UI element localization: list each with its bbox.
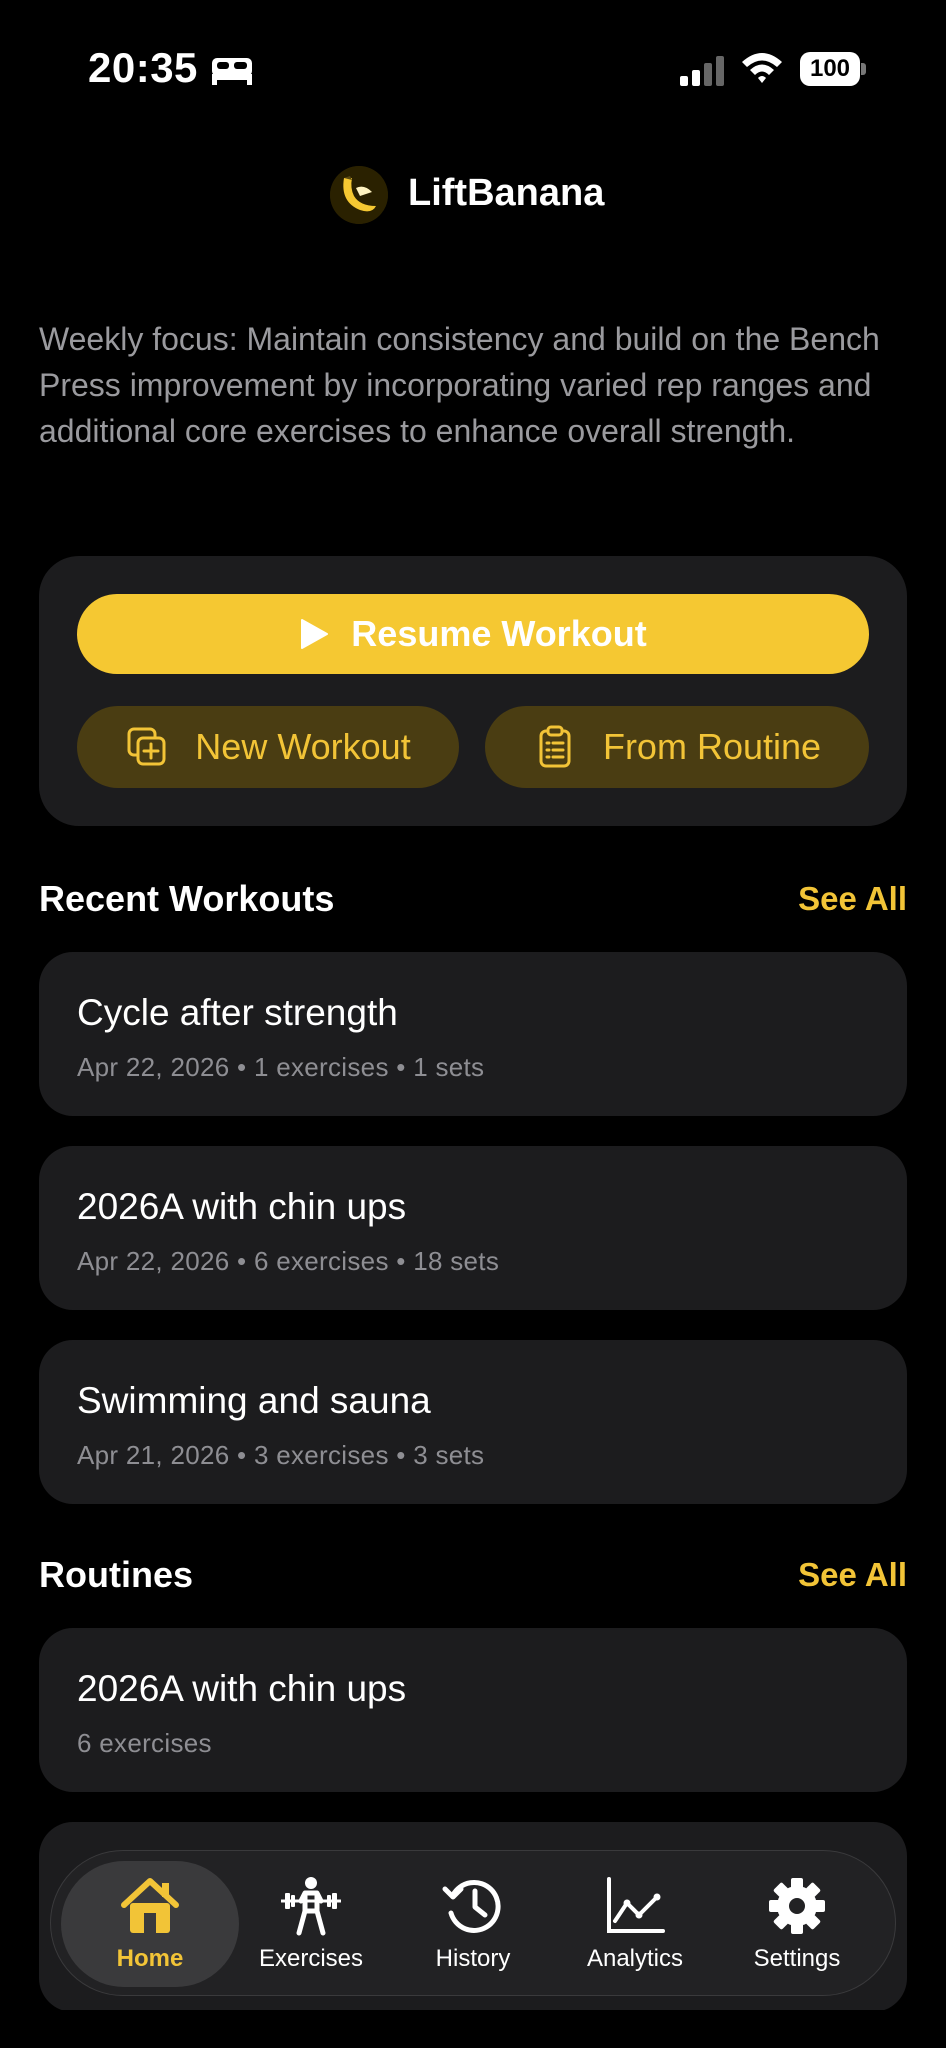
status-bar: 20:35 100 [0, 0, 946, 130]
tab-settings[interactable]: Settings [715, 1861, 879, 1987]
tab-history-label: History [435, 1945, 511, 1972]
workout-card[interactable]: 2026A with chin ups Apr 22, 2026 • 6 exe… [39, 1146, 907, 1310]
app-header: LiftBanana [0, 160, 946, 230]
tab-home-label: Home [116, 1945, 184, 1972]
workout-meta: Apr 21, 2026 • 3 exercises • 3 sets [77, 1440, 485, 1470]
tab-home[interactable]: Home [61, 1861, 239, 1987]
routines-see-all-link[interactable]: See All [798, 1556, 907, 1594]
weekly-focus-text: Weekly focus: Maintain consistency and b… [39, 321, 880, 449]
bottom-safe-area [0, 2010, 946, 2048]
wifi-icon [742, 53, 782, 83]
workout-meta: Apr 22, 2026 • 1 exercises • 1 sets [77, 1052, 485, 1082]
from-routine-label: From Routine [602, 726, 822, 767]
history-icon [442, 1880, 501, 1933]
weightlifter-icon [281, 1877, 341, 1936]
banana-logo-icon [330, 166, 388, 224]
sleep-bed-icon [212, 58, 252, 85]
routine-meta: 6 exercises [77, 1728, 212, 1758]
battery-level: 100 [800, 52, 860, 86]
workout-title: Cycle after strength [77, 992, 398, 1033]
workout-title: 2026A with chin ups [77, 1186, 407, 1227]
tab-exercises[interactable]: Exercises [229, 1861, 393, 1987]
home-icon [121, 1878, 179, 1933]
resume-workout-button[interactable]: Resume Workout [77, 594, 869, 674]
battery-indicator: 100 [800, 52, 866, 86]
routine-card[interactable]: 2026A with chin ups 6 exercises [39, 1628, 907, 1792]
gear-icon [769, 1878, 825, 1934]
app-title: LiftBanana [408, 172, 605, 214]
tab-bar: Home Exercises History Analytics Setting… [50, 1850, 896, 1996]
workout-title: Swimming and sauna [77, 1380, 431, 1421]
clipboard-icon [539, 725, 571, 768]
status-time: 20:35 [88, 44, 198, 91]
routine-title: 2026A with chin ups [77, 1668, 407, 1709]
new-workout-button[interactable]: New Workout [77, 706, 459, 788]
recent-see-all-link[interactable]: See All [798, 880, 907, 918]
tab-analytics[interactable]: Analytics [553, 1861, 717, 1987]
resume-workout-label: Resume Workout [351, 613, 647, 654]
workout-meta: Apr 22, 2026 • 6 exercises • 18 sets [77, 1246, 500, 1276]
recent-workouts-heading: Recent Workouts [39, 878, 335, 919]
workout-card[interactable]: Swimming and sauna Apr 21, 2026 • 3 exer… [39, 1340, 907, 1504]
routines-heading: Routines [39, 1554, 194, 1595]
tab-history[interactable]: History [391, 1861, 555, 1987]
from-routine-button[interactable]: From Routine [485, 706, 869, 788]
tab-exercises-label: Exercises [258, 1945, 364, 1972]
chart-icon [607, 1877, 665, 1933]
battery-tip [861, 63, 866, 75]
cellular-signal-icon [680, 56, 724, 86]
tab-settings-label: Settings [753, 1945, 841, 1972]
play-icon [301, 619, 329, 649]
new-workout-label: New Workout [195, 726, 411, 767]
tab-analytics-label: Analytics [586, 1945, 684, 1972]
add-square-icon [127, 727, 166, 766]
workout-actions-card: Resume Workout New Workout From Routine [39, 556, 907, 826]
workout-card[interactable]: Cycle after strength Apr 22, 2026 • 1 ex… [39, 952, 907, 1116]
